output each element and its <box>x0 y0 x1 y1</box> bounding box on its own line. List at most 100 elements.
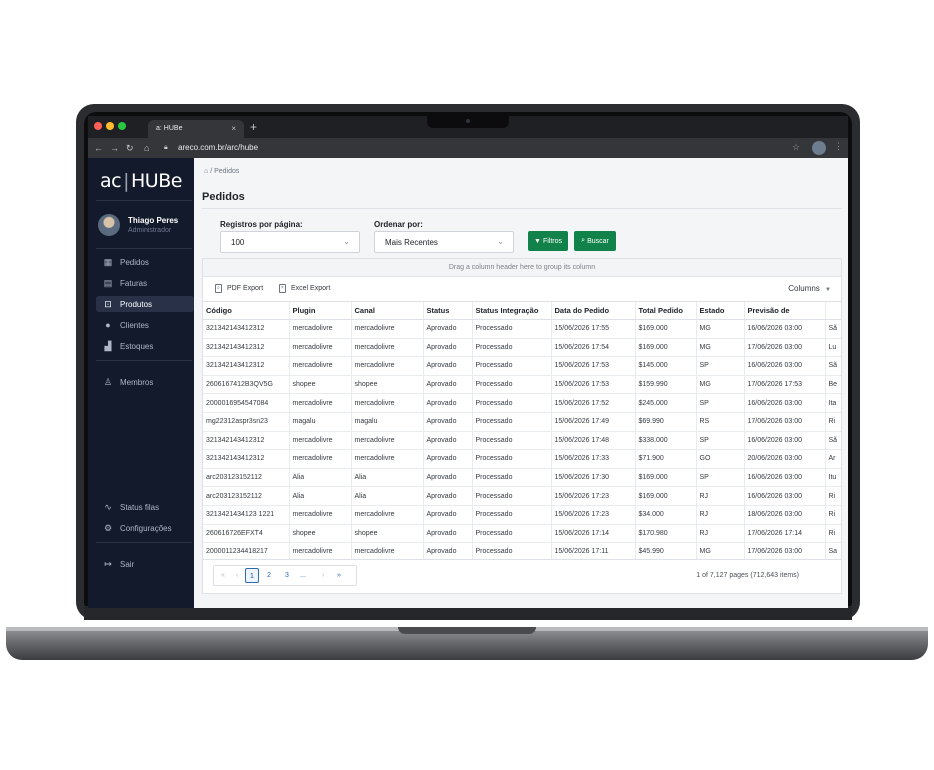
table-cell: Ri <box>824 486 841 506</box>
url-field[interactable]: areco.com.br/arc/hube <box>178 143 258 152</box>
page-1-button[interactable]: 1 <box>245 568 259 583</box>
table-cell: Aprovado <box>422 431 472 451</box>
table-cell: Aprovado <box>422 486 472 506</box>
table-row[interactable]: mg22312aspr3sn23 magalu magalu Aprovado Proc… <box>203 412 841 432</box>
column-header[interactable]: Total Pedido <box>634 301 696 320</box>
table-row[interactable]: 2000011234418217 mercadolivre mercadolivre… <box>203 542 841 559</box>
last-page-button[interactable]: » <box>333 568 345 583</box>
prev-page-button[interactable]: ‹ <box>231 568 243 583</box>
table-row[interactable]: 2606167412B3QV5G shopee shopee Aprovado Proc… <box>203 375 841 395</box>
table-cell: SP <box>695 468 744 488</box>
reload-icon[interactable]: ↻ <box>126 143 134 153</box>
column-header[interactable]: Status Integração <box>471 301 551 320</box>
column-header[interactable] <box>824 301 841 320</box>
column-header[interactable]: Plugin <box>288 301 351 320</box>
table-cell: $169.000 <box>634 486 696 506</box>
forward-arrow-icon[interactable]: → <box>110 143 119 153</box>
table-cell: 321342143412312 <box>203 338 289 358</box>
logo-separator: | <box>123 170 129 192</box>
table-cell: mercadolivre <box>288 505 351 525</box>
table-row[interactable]: 3213421434123 1221 mercadolivre mercadoliv… <box>203 505 841 525</box>
table-cell: mg22312aspr3sn23 <box>203 412 289 432</box>
table-cell: RJ <box>695 505 744 525</box>
first-page-button[interactable]: « <box>217 568 229 583</box>
search-button[interactable]: ⌕ Buscar <box>574 231 616 251</box>
table-cell: 15/06/2026 17:49 <box>550 412 635 432</box>
table-cell: 16/06/2026 03:00 <box>743 393 825 413</box>
home-icon[interactable]: ⌂ <box>144 143 149 153</box>
close-window-dot[interactable] <box>94 122 102 130</box>
bookmark-star-icon[interactable]: ☆ <box>792 142 800 153</box>
table-cell: mercadolivre <box>350 393 423 413</box>
column-header[interactable]: Previsão de <box>743 301 825 320</box>
table-cell: MG <box>695 338 744 358</box>
table-row[interactable]: 2000016954547084 mercadolivre mercadolivre… <box>203 393 841 413</box>
table-cell: MG <box>695 375 744 395</box>
table-row[interactable]: 260616726EFXT4 shopee shopee Aprovado Proces… <box>203 524 841 544</box>
home-icon[interactable]: ⌂ <box>204 168 208 175</box>
sidebar-item-configuracoes[interactable]: ⚙ Configurações <box>96 520 194 536</box>
sidebar-item-produtos[interactable]: ⊡ Produtos <box>96 296 194 312</box>
breadcrumb-current[interactable]: Pedidos <box>214 168 239 175</box>
sidebar-divider <box>96 248 192 249</box>
sidebar-item-faturas[interactable]: ▤ Faturas <box>96 275 194 291</box>
more-pages-button[interactable]: ... <box>297 568 309 583</box>
column-header[interactable]: Data do Pedido <box>550 301 635 320</box>
table-cell: Processado <box>471 319 551 339</box>
app-logo[interactable]: ac | HUBe <box>100 170 182 192</box>
table-row[interactable]: 321342143412312 mercadolivre mercadolivre A… <box>203 319 841 339</box>
tab-favicon: a: <box>156 125 162 132</box>
table-cell: $245.000 <box>634 393 696 413</box>
per-page-select[interactable]: 100 ⌄ <box>220 231 360 253</box>
table-row[interactable]: 321342143412312 mercadolivre mercadolivre A… <box>203 449 841 469</box>
browser-menu-icon[interactable]: ⋮ <box>834 141 843 152</box>
table-cell: Processado <box>471 356 551 376</box>
browser-tab[interactable]: a: HUBe × <box>148 120 244 138</box>
column-header[interactable]: Estado <box>695 301 744 320</box>
table-cell: Sa <box>824 542 841 559</box>
table-row[interactable]: 321342143412312 mercadolivre mercadolivre A… <box>203 431 841 451</box>
maximize-window-dot[interactable] <box>118 122 126 130</box>
table-cell: mercadolivre <box>288 431 351 451</box>
table-body: 321342143412312 mercadolivre mercadolivre A… <box>203 319 841 559</box>
sidebar-item-sair[interactable]: ↦ Sair <box>96 556 194 572</box>
table-cell: mercadolivre <box>288 393 351 413</box>
table-row[interactable]: 321342143412312 mercadolivre mercadolivre A… <box>203 356 841 376</box>
sidebar-item-clientes[interactable]: ● Clientes <box>96 317 194 333</box>
table-row[interactable]: arc203123152112 Alia Alia Aprovado Processad… <box>203 486 841 506</box>
page-2-button[interactable]: 2 <box>263 568 275 583</box>
table-row[interactable]: 321342143412312 mercadolivre mercadolivre A… <box>203 338 841 358</box>
profile-avatar[interactable] <box>812 141 826 155</box>
back-arrow-icon[interactable]: ← <box>94 143 103 153</box>
close-tab-icon[interactable]: × <box>231 124 236 133</box>
avatar[interactable] <box>98 214 120 236</box>
table-cell: RS <box>695 412 744 432</box>
table-cell: 16/06/2026 03:00 <box>743 356 825 376</box>
page-title: Pedidos <box>202 191 245 203</box>
sidebar-item-membros[interactable]: ♙ Membros <box>96 374 194 390</box>
sidebar-item-pedidos[interactable]: ▦ Pedidos <box>96 254 194 270</box>
sidebar-item-label: Estoques <box>120 341 154 351</box>
table-cell: 15/06/2026 17:48 <box>550 431 635 451</box>
breadcrumb-separator: / <box>210 168 213 175</box>
table-cell: Alia <box>350 486 423 506</box>
user-icon: ● <box>105 320 111 330</box>
table-row[interactable]: arc203123152112 Alia Alia Aprovado Processad… <box>203 468 841 488</box>
page-3-button[interactable]: 3 <box>281 568 293 583</box>
table-cell: 17/06/2026 17:14 <box>743 524 825 544</box>
order-select[interactable]: Mais Recentes ⌄ <box>374 231 514 253</box>
table-cell: mercadolivre <box>288 319 351 339</box>
new-tab-icon[interactable]: + <box>250 120 257 134</box>
laptop-hinge-notch <box>398 627 536 634</box>
table-cell: mercadolivre <box>288 449 351 469</box>
column-header[interactable]: Código <box>203 301 289 320</box>
filters-button[interactable]: ▼ Filtros <box>528 231 568 251</box>
sidebar-item-status-filas[interactable]: ∿ Status filas <box>96 499 194 515</box>
column-header[interactable]: Status <box>422 301 472 320</box>
next-page-button[interactable]: › <box>317 568 329 583</box>
table-cell: SP <box>695 431 744 451</box>
table-cell: Alia <box>288 468 351 488</box>
minimize-window-dot[interactable] <box>106 122 114 130</box>
column-header[interactable]: Canal <box>350 301 423 320</box>
sidebar-item-estoques[interactable]: ▟ Estoques <box>96 338 194 354</box>
